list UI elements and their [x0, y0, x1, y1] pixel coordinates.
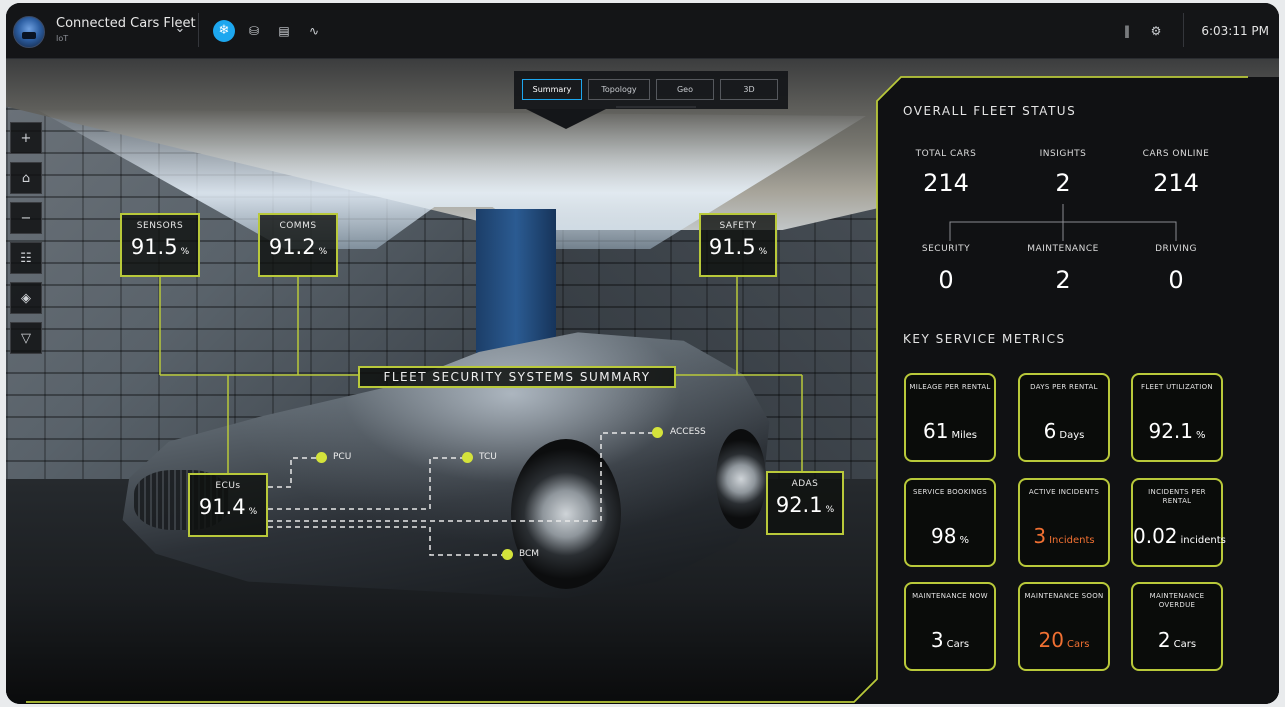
metric-label: MILEAGE PER RENTAL	[909, 383, 991, 391]
metric-value: 0.02 incidents	[1133, 524, 1226, 548]
metric-label: SERVICE BOOKINGS	[913, 488, 987, 496]
cars-online-label: CARS ONLINE	[1142, 149, 1210, 159]
total-cars-label: TOTAL CARS	[915, 149, 977, 159]
metric-label: DAYS PER RENTAL	[1030, 383, 1098, 391]
metric-value: 6 Days	[1043, 419, 1085, 443]
metric-card[interactable]: FLEET UTILIZATION 92.1%	[1131, 373, 1223, 462]
maintenance-value: 2	[1055, 266, 1071, 294]
key-metrics-title: KEY SERVICE METRICS	[903, 332, 1066, 346]
metric-card[interactable]: INCIDENTS PER RENTAL 0.02 incidents	[1131, 478, 1226, 567]
metric-value: 92.1%	[1148, 419, 1206, 443]
driving-value: 0	[1168, 266, 1184, 294]
metric-label: FLEET UTILIZATION	[1141, 383, 1213, 391]
total-cars-value: 214	[923, 169, 969, 197]
metric-card[interactable]: DAYS PER RENTAL 6 Days	[1018, 373, 1110, 462]
metric-card[interactable]: MILEAGE PER RENTAL 61 Miles	[904, 373, 996, 462]
metric-label: INCIDENTS PER RENTAL	[1148, 488, 1206, 505]
metric-value: 61 Miles	[923, 419, 977, 443]
app-window: Connected Cars Fleet IoT ⌄ ❄ ⛁ ▤ ∿ ‖ ⚙ 6…	[6, 3, 1279, 704]
driving-label: DRIVING	[1155, 244, 1197, 254]
metric-value: 98%	[931, 524, 969, 548]
maintenance-label: MAINTENANCE	[1027, 244, 1099, 254]
metric-card[interactable]: MAINTENANCE OVERDUE 2 Cars	[1131, 582, 1223, 671]
metric-label: MAINTENANCE SOON	[1024, 592, 1104, 600]
metric-label: MAINTENANCE NOW	[912, 592, 988, 600]
metric-value: 20 Cars	[1038, 628, 1090, 652]
security-value: 0	[938, 266, 954, 294]
metric-card[interactable]: ACTIVE INCIDENTS 3 Incidents	[1018, 478, 1110, 567]
insights-label: INSIGHTS	[1039, 149, 1087, 159]
security-label: SECURITY	[921, 244, 971, 254]
metric-card[interactable]: MAINTENANCE NOW 3 Cars	[904, 582, 996, 671]
metric-value: 2 Cars	[1157, 628, 1197, 652]
metric-value: 3 Cars	[930, 628, 970, 652]
metric-card[interactable]: MAINTENANCE SOON 20 Cars	[1018, 582, 1110, 671]
metric-card[interactable]: SERVICE BOOKINGS 98%	[904, 478, 996, 567]
fleet-status-title: OVERALL FLEET STATUS	[903, 104, 1077, 118]
insights-value: 2	[1055, 169, 1071, 197]
cars-online-value: 214	[1153, 169, 1199, 197]
metric-value: 3 Incidents	[1033, 524, 1095, 548]
metric-label: MAINTENANCE OVERDUE	[1149, 592, 1205, 609]
metric-label: ACTIVE INCIDENTS	[1028, 488, 1100, 496]
